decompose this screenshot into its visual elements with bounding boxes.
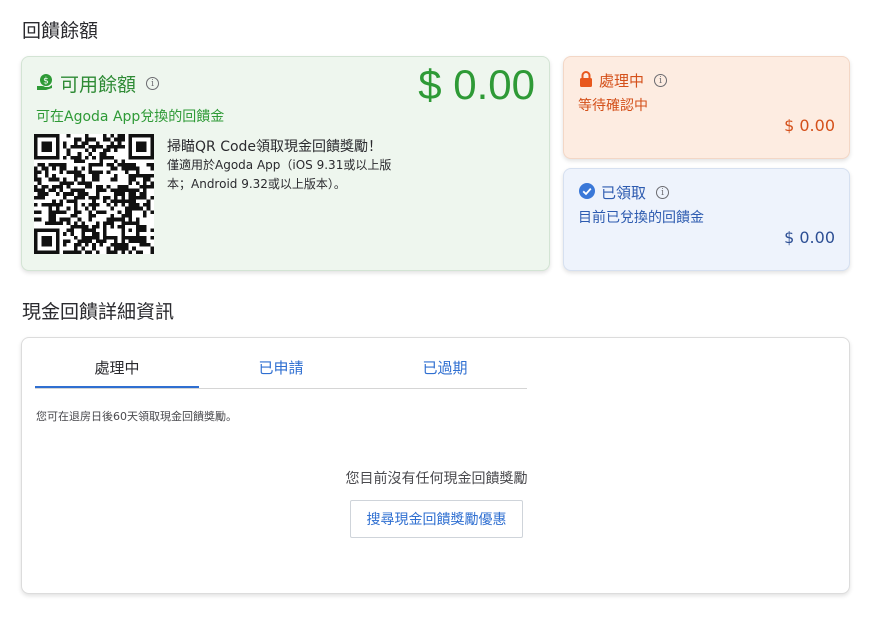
cashback-details-card: 處理中 已申請 已過期 您可在退房日後60天領取現金回饋獎勵。 您目前沒有任何現…: [21, 337, 850, 594]
balance-heading: 回饋餘額: [22, 20, 99, 42]
pending-amount: $ 0.00: [784, 116, 835, 135]
claimed-label: 已領取: [601, 184, 647, 202]
empty-message: 您目前沒有任何現金回饋獎勵: [345, 471, 528, 487]
claimed-subtitle: 目前已兌換的回饋金: [578, 210, 704, 226]
pending-card: 處理中 i 等待確認中 $ 0.00: [563, 56, 850, 159]
claimed-card: 已領取 i 目前已兌換的回饋金 $ 0.00: [563, 168, 850, 271]
available-balance-label: 可用餘額: [60, 74, 137, 96]
qr-code: [34, 134, 154, 254]
details-tabs: 處理中 已申請 已過期: [35, 349, 527, 389]
claim-hint: 您可在退房日後60天領取現金回饋獎勵。: [36, 410, 237, 423]
info-icon[interactable]: i: [654, 74, 668, 87]
scan-qr-description: 僅適用於Agoda App（iOS 9.31或以上版本；Android 9.32…: [167, 158, 392, 191]
details-heading: 現金回饋詳細資訊: [22, 301, 175, 323]
cashback-page: 回饋餘額 $ 可用餘額 i $ 0.00 可在Agoda App兌換的回饋金 掃…: [0, 0, 870, 617]
lock-icon: [579, 70, 593, 91]
pending-subtitle: 等待確認中: [578, 98, 648, 114]
check-circle-icon: [579, 182, 595, 203]
info-icon[interactable]: i: [656, 186, 670, 199]
money-hand-icon: $: [36, 73, 54, 95]
available-balance-subtitle: 可在Agoda App兌換的回饋金: [36, 109, 225, 125]
claimed-amount: $ 0.00: [784, 228, 835, 247]
available-balance-card: $ 可用餘額 i $ 0.00 可在Agoda App兌換的回饋金 掃瞄QR C…: [21, 56, 550, 271]
info-icon[interactable]: i: [146, 77, 160, 90]
tab-expired[interactable]: 已過期: [363, 349, 527, 388]
pending-header: 處理中 i: [579, 70, 668, 91]
pending-label: 處理中: [599, 72, 645, 90]
available-balance-header: $ 可用餘額 i: [36, 70, 160, 97]
search-cashback-button[interactable]: 搜尋現金回饋獎勵優惠: [350, 500, 523, 538]
tab-applied[interactable]: 已申請: [199, 349, 363, 388]
available-balance-amount: $ 0.00: [418, 61, 535, 108]
claimed-header: 已領取 i: [579, 182, 670, 203]
tab-pending[interactable]: 處理中: [35, 349, 199, 388]
svg-text:$: $: [43, 76, 49, 86]
scan-qr-title: 掃瞄QR Code領取現金回饋獎勵！: [167, 139, 383, 155]
